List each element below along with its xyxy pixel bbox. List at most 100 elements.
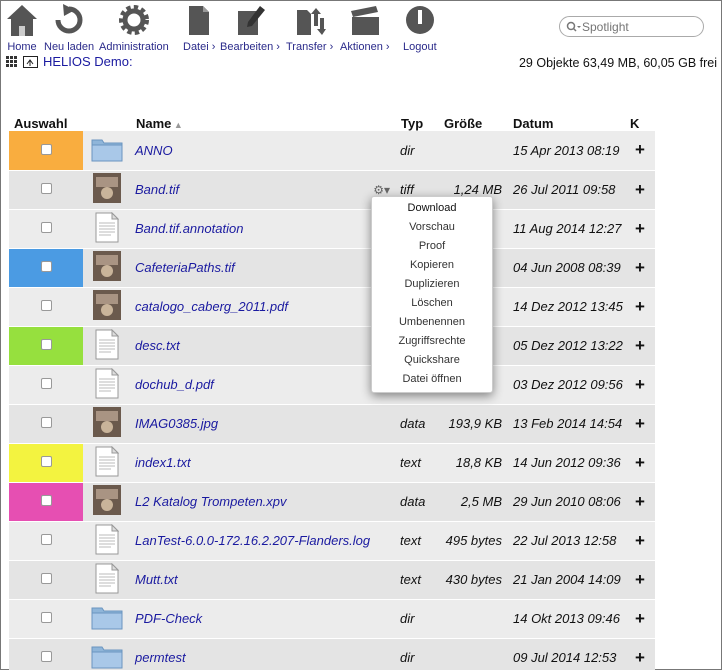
image-thumbnail[interactable] [83,287,131,327]
actions-menu[interactable]: Aktionen › [340,4,390,53]
table-row[interactable]: catalogo_caberg_2011.pdf 14 Dez 2012 13:4… [9,287,655,327]
current-path[interactable]: HELIOS Demo: [43,54,133,69]
add-icon[interactable]: + [625,326,655,366]
selection-cell[interactable] [9,248,83,288]
file-name-link[interactable]: catalogo_caberg_2011.pdf [131,287,396,327]
selection-checkbox[interactable] [40,651,52,662]
reload-button[interactable]: Neu laden [44,4,94,53]
context-menu-item[interactable]: Proof [372,239,492,258]
column-header-name[interactable]: Name ▲ [131,111,396,131]
column-header-k[interactable]: K [625,111,655,131]
folder-icon[interactable] [83,131,131,171]
column-header-size[interactable]: Größe [439,111,508,131]
selection-cell[interactable] [9,404,83,444]
home-button[interactable]: Home [6,4,38,53]
add-icon[interactable]: + [625,482,655,522]
document-icon[interactable] [83,560,131,600]
file-name-link[interactable]: Mutt.txt [131,560,396,600]
spotlight-input[interactable] [582,19,692,34]
context-menu-item[interactable]: Download [372,201,492,220]
folder-icon[interactable] [83,638,131,670]
context-menu-item[interactable]: Quickshare [372,353,492,372]
image-thumbnail[interactable] [83,170,131,210]
add-icon[interactable]: + [625,599,655,639]
table-row[interactable]: PDF-Check dir 14 Okt 2013 09:46 + [9,599,655,639]
document-icon[interactable] [83,326,131,366]
selection-cell[interactable] [9,521,83,561]
selection-checkbox[interactable] [40,612,52,623]
file-name-link[interactable]: desc.txt [131,326,396,366]
file-name-link[interactable]: ANNO [131,131,396,171]
selection-checkbox[interactable] [40,495,52,506]
file-name-link[interactable]: CafeteriaPaths.tif [131,248,396,288]
table-row[interactable]: dochub_d.pdf 03 Dez 2012 09:56 + [9,365,655,405]
file-name-link[interactable]: Band.tif ⚙▾ [131,170,396,210]
selection-checkbox[interactable] [40,300,52,311]
selection-checkbox[interactable] [40,378,52,389]
add-icon[interactable]: + [625,521,655,561]
selection-checkbox[interactable] [40,456,52,467]
spotlight-search[interactable] [559,16,704,37]
add-icon[interactable]: + [625,443,655,483]
table-row[interactable]: Band.tif ⚙▾ tiff 1,24 MB 26 Jul 2011 09:58 + [9,170,655,210]
add-icon[interactable]: + [625,170,655,210]
selection-cell[interactable] [9,170,83,210]
document-icon[interactable] [83,209,131,249]
gear-menu-icon[interactable]: ⚙▾ [373,183,390,197]
folder-icon[interactable] [83,599,131,639]
document-icon[interactable] [83,443,131,483]
selection-cell[interactable] [9,638,83,670]
table-row[interactable]: permtest dir 09 Jul 2014 12:53 + [9,638,655,670]
selection-checkbox[interactable] [40,417,52,428]
table-row[interactable]: index1.txt text 18,8 KB 14 Jun 2012 09:36 + [9,443,655,483]
selection-cell[interactable] [9,209,83,249]
table-row[interactable]: L2 Katalog Trompeten.xpv data 2,5 MB 29 Jun… [9,482,655,522]
add-icon[interactable]: + [625,404,655,444]
table-row[interactable]: Mutt.txt text 430 bytes 21 Jan 2004 14:09 + [9,560,655,600]
context-menu-item[interactable]: Datei öffnen [372,372,492,391]
document-icon[interactable] [83,521,131,561]
add-icon[interactable]: + [625,248,655,288]
context-menu-item[interactable]: Umbenennen [372,315,492,334]
file-name-link[interactable]: LanTest-6.0.0-172.16.2.207-Flanders.log [131,521,396,561]
table-row[interactable]: Band.tif.annotation 11 Aug 2014 12:27 + [9,209,655,249]
add-icon[interactable]: + [625,209,655,249]
add-icon[interactable]: + [625,638,655,670]
selection-cell[interactable] [9,599,83,639]
table-row[interactable]: LanTest-6.0.0-172.16.2.207-Flanders.log t… [9,521,655,561]
file-name-link[interactable]: L2 Katalog Trompeten.xpv [131,482,396,522]
selection-cell[interactable] [9,287,83,327]
file-name-link[interactable]: index1.txt [131,443,396,483]
edit-menu[interactable]: Bearbeiten › [220,4,280,53]
add-icon[interactable]: + [625,365,655,405]
table-row[interactable]: CafeteriaPaths.tif 04 Jun 2008 08:39 + [9,248,655,288]
selection-cell[interactable] [9,326,83,366]
selection-cell[interactable] [9,482,83,522]
selection-cell[interactable] [9,131,83,171]
selection-checkbox[interactable] [40,573,52,584]
selection-checkbox[interactable] [40,222,52,233]
context-menu-item[interactable]: Löschen [372,296,492,315]
image-thumbnail[interactable] [83,482,131,522]
table-row[interactable]: ANNO dir 15 Apr 2013 08:19 + [9,131,655,171]
add-icon[interactable]: + [625,560,655,600]
selection-checkbox[interactable] [40,183,52,194]
add-icon[interactable]: + [625,287,655,327]
logout-button[interactable]: Logout [403,4,437,53]
selection-cell[interactable] [9,365,83,405]
table-row[interactable]: IMAG0385.jpg data 193,9 KB 13 Feb 2014 14:5… [9,404,655,444]
image-thumbnail[interactable] [83,404,131,444]
selection-checkbox[interactable] [40,143,52,155]
file-menu[interactable]: Datei › [183,4,215,53]
add-icon[interactable]: + [625,131,655,171]
column-header-date[interactable]: Datum [508,111,625,131]
table-row[interactable]: desc.txt 05 Dez 2012 13:22 + [9,326,655,366]
column-header-type[interactable]: Typ [396,111,439,131]
selection-checkbox[interactable] [40,261,52,272]
selection-cell[interactable] [9,443,83,483]
context-menu-item[interactable]: Kopieren [372,258,492,277]
selection-checkbox[interactable] [40,534,52,545]
file-name-link[interactable]: permtest [131,638,396,670]
parent-folder-icon[interactable] [23,54,38,68]
image-thumbnail[interactable] [83,248,131,288]
